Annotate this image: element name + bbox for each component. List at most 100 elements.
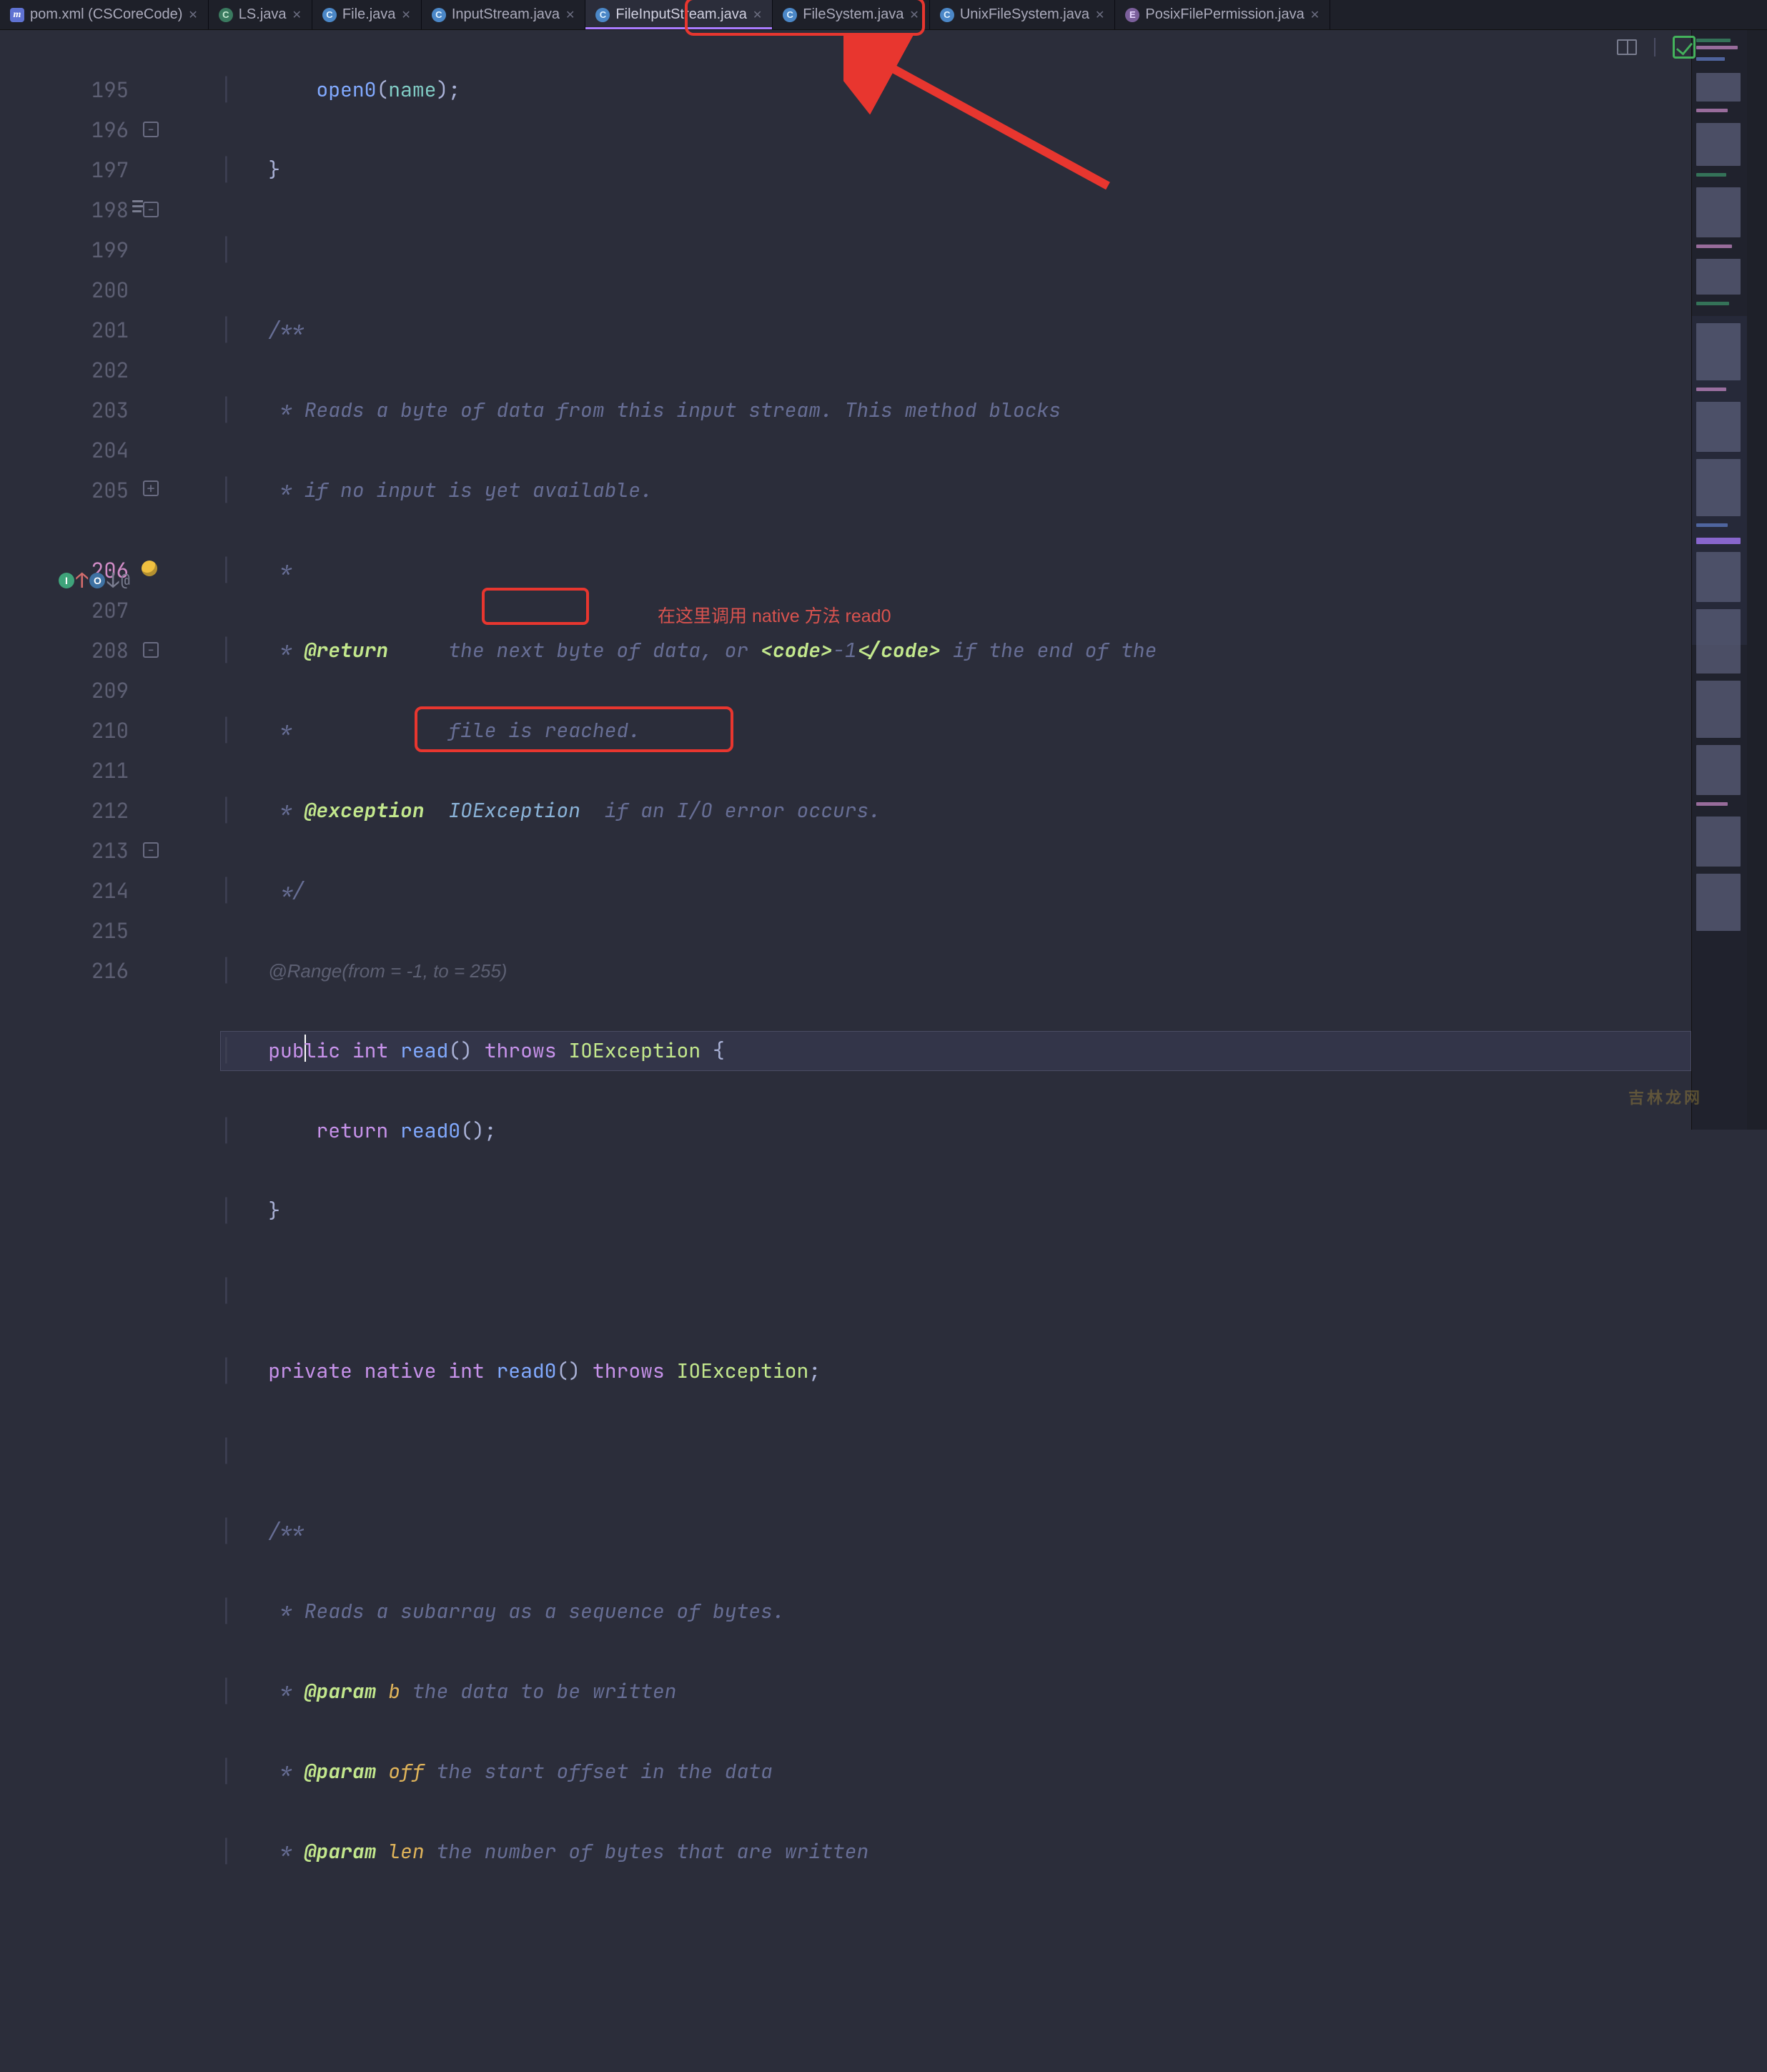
right-tool-window-bar[interactable]: [1747, 30, 1767, 1130]
close-icon[interactable]: ✕: [1310, 8, 1320, 22]
line-number: 212: [0, 791, 129, 831]
line-number: 205: [0, 470, 129, 510]
line-number: 216: [0, 951, 129, 991]
token-kw: return: [316, 1118, 388, 1144]
tab-label: UnixFileSystem.java: [960, 6, 1089, 23]
line-number: 215: [0, 911, 129, 951]
javadoc: /**: [268, 1518, 304, 1544]
line-number: 210: [0, 711, 129, 751]
tab-ls-java[interactable]: C LS.java ✕: [209, 0, 312, 29]
editor-tab-bar: m pom.xml (CSCoreCode) ✕ C LS.java ✕ C F…: [0, 0, 1767, 30]
token-kw: lic: [305, 1037, 340, 1064]
fold-toggle[interactable]: [143, 122, 159, 137]
code-editor[interactable]: 195 196 197 198 199 200 201 202 203 204 …: [0, 30, 1767, 1130]
line-number: 197: [0, 150, 129, 190]
token-fn: open0: [316, 77, 376, 103]
line-number: 214: [0, 871, 129, 911]
tab-filesystem-java[interactable]: C FileSystem.java ✕: [773, 0, 930, 29]
token-kw: native: [365, 1358, 437, 1384]
implements-icon: I: [59, 573, 74, 588]
close-icon[interactable]: ✕: [401, 8, 410, 22]
tab-posixfilepermission-java[interactable]: E PosixFilePermission.java ✕: [1115, 0, 1330, 29]
line-number: 213: [0, 831, 129, 871]
line-number: 198: [0, 190, 129, 230]
line-number: 208: [0, 631, 129, 671]
token-fn: read: [400, 1037, 448, 1064]
tab-file-java[interactable]: C File.java ✕: [312, 0, 422, 29]
line-number: 211: [0, 751, 129, 791]
javadoc-tag: @return: [305, 637, 389, 663]
fold-column[interactable]: [143, 30, 186, 1130]
gutter[interactable]: 195 196 197 198 199 200 201 202 203 204 …: [0, 30, 143, 1130]
fold-toggle[interactable]: [143, 202, 159, 217]
token-kw: int: [448, 1358, 484, 1384]
javadoc-param: len: [388, 1838, 424, 1865]
tab-pom-xml[interactable]: m pom.xml (CSCoreCode) ✕: [0, 0, 209, 29]
class-readonly-icon: C: [595, 8, 610, 22]
javadoc-tag: @param: [305, 1838, 377, 1865]
fold-toggle[interactable]: [143, 842, 159, 858]
tab-label: FileSystem.java: [803, 6, 904, 23]
javadoc: * if no input is yet available.: [268, 477, 653, 503]
gutter-method-markers[interactable]: I ↑ O ↓ @: [59, 561, 130, 601]
tab-label: InputStream.java: [452, 6, 560, 23]
javadoc-type: IOException: [448, 797, 580, 824]
override-up-icon: ↑: [76, 561, 88, 601]
javadoc: *: [268, 797, 304, 824]
token-type: IOException: [677, 1358, 809, 1384]
token-type: IOException: [568, 1037, 701, 1064]
line-number: 209: [0, 671, 129, 711]
minimap[interactable]: [1691, 30, 1747, 1130]
javadoc: * Reads a subarray as a sequence of byte…: [268, 1598, 784, 1624]
toolbar-divider: [1654, 38, 1655, 56]
class-icon: C: [219, 8, 233, 22]
close-icon[interactable]: ✕: [753, 8, 762, 22]
token-id: name: [388, 77, 436, 103]
tab-label: LS.java: [239, 6, 287, 23]
tab-label: FileInputStream.java: [615, 6, 746, 23]
code-area[interactable]: │ open0(name); │ } │ │ /** │ * Reads a b…: [186, 30, 1691, 1130]
line-number: 202: [0, 350, 129, 390]
line-number: 201: [0, 310, 129, 350]
class-readonly-icon: C: [322, 8, 337, 22]
reader-mode-icon[interactable]: [1617, 39, 1637, 55]
javadoc: /**: [268, 317, 304, 343]
line-number: 200: [0, 270, 129, 310]
javadoc-tag: @param: [305, 1678, 377, 1705]
line-number: [0, 30, 129, 70]
intention-bulb-icon[interactable]: [142, 561, 160, 579]
tab-unixfilesystem-java[interactable]: C UnixFileSystem.java ✕: [930, 0, 1116, 29]
overridden-down-icon: ↓: [107, 561, 119, 601]
javadoc-code: </code>: [856, 637, 941, 663]
javadoc: */: [268, 877, 304, 904]
line-number: 196: [0, 110, 129, 150]
javadoc: the next byte of data, or: [388, 637, 761, 663]
token-fn: read0: [496, 1358, 556, 1384]
token-fn: read0: [400, 1118, 460, 1144]
tab-fileinputstream-java[interactable]: C FileInputStream.java ✕: [585, 0, 773, 29]
line-number: 199: [0, 230, 129, 270]
javadoc: -1: [833, 637, 857, 663]
tab-label: PosixFilePermission.java: [1145, 6, 1304, 23]
javadoc: *: [268, 637, 304, 663]
no-problems-icon[interactable]: [1673, 36, 1696, 59]
token-kw: pub: [268, 1037, 304, 1064]
maven-icon: m: [10, 8, 24, 22]
inlay-hint: @Range(from = -1, to = 255): [268, 960, 507, 982]
overridden-icon: O: [89, 573, 105, 588]
close-icon[interactable]: ✕: [1095, 8, 1104, 22]
close-icon[interactable]: ✕: [565, 8, 575, 22]
line-number: [0, 510, 129, 551]
close-icon[interactable]: ✕: [188, 8, 197, 22]
fold-toggle[interactable]: [143, 480, 159, 496]
editor-top-right-toolbar: [1617, 36, 1696, 59]
tab-label: pom.xml (CSCoreCode): [30, 6, 182, 23]
close-icon[interactable]: ✕: [292, 8, 302, 22]
javadoc: the start offset in the data: [436, 1758, 772, 1785]
close-icon[interactable]: ✕: [909, 8, 919, 22]
tab-inputstream-java[interactable]: C InputStream.java ✕: [422, 0, 586, 29]
class-readonly-icon: C: [432, 8, 446, 22]
watermark: 吉林龙网: [1628, 1085, 1703, 1108]
javadoc: the data to be written: [412, 1678, 677, 1705]
fold-toggle[interactable]: [143, 642, 159, 658]
